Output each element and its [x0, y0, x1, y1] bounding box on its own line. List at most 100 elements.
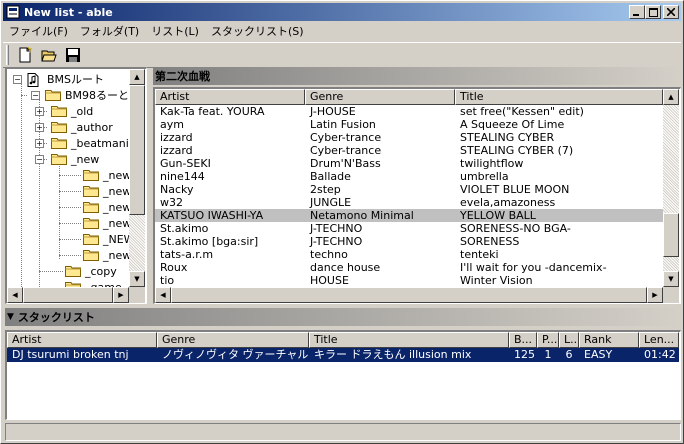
song-row[interactable]: w32 JUNGLE evela,amazoness	[155, 196, 663, 209]
column-header-artist[interactable]: Artist	[155, 89, 305, 105]
menu-folder[interactable]: フォルダ(T)	[74, 23, 145, 40]
tree-node[interactable]: _new4	[83, 215, 131, 231]
tree-node[interactable]: − BM98るーと	[31, 87, 130, 103]
arrow-down-icon: ▼	[668, 275, 674, 283]
expand-icon[interactable]: +	[35, 138, 44, 148]
minimize-button[interactable]	[629, 5, 645, 19]
toolbar-grip[interactable]	[6, 45, 9, 65]
song-row[interactable]: tio HOUSE Winter Vision	[155, 274, 663, 287]
collapse-icon[interactable]: ▼	[7, 312, 14, 322]
tree-horizontal-scrollbar[interactable]: ◀ ▶	[7, 287, 129, 303]
tree-node[interactable]: + _old	[35, 103, 94, 119]
scroll-up-button[interactable]: ▲	[663, 89, 679, 105]
song-cell-title: I'll wait for you -dancemix-	[460, 261, 607, 274]
folder-icon	[83, 217, 99, 229]
stacklist-title-bar[interactable]: ▼ スタックリスト	[5, 308, 681, 326]
song-cell-artist: Kak-Ta feat. YOURA	[160, 105, 265, 118]
scroll-down-button[interactable]: ▼	[663, 271, 679, 287]
list-horizontal-scrollbar[interactable]: ◀ ▶	[155, 287, 663, 303]
song-cell-genre: JUNGLE	[310, 196, 352, 209]
column-header-genre[interactable]: Genre	[157, 332, 309, 348]
song-row[interactable]: izzard Cyber-trance STEALING CYBER (7)	[155, 144, 663, 157]
column-header-level[interactable]: L...	[559, 332, 579, 348]
arrow-up-icon: ▲	[134, 73, 140, 81]
menu-file[interactable]: ファイル(F)	[3, 23, 74, 40]
scroll-down-button[interactable]: ▼	[129, 271, 145, 287]
scroll-up-button[interactable]: ▲	[129, 69, 145, 85]
expand-icon[interactable]: +	[35, 122, 44, 132]
scroll-thumb[interactable]	[129, 85, 145, 215]
song-row[interactable]: St.akimo J-TECHNO SORENESS-NO BGA-	[155, 222, 663, 235]
song-row[interactable]: Nacky 2step VIOLET BLUE MOON	[155, 183, 663, 196]
title-bar[interactable]: New list - able	[3, 3, 681, 21]
tree-node[interactable]: _new2	[83, 183, 131, 199]
tree-node[interactable]: + _author	[35, 119, 114, 135]
song-cell-title: VIOLET BLUE MOON	[460, 183, 570, 196]
folder-title-bar: 第二次血戦	[153, 67, 681, 85]
maximize-button[interactable]	[645, 5, 661, 19]
column-header-genre[interactable]: Genre	[305, 89, 455, 105]
tree-node[interactable]: _NEW5	[83, 231, 131, 247]
folder-icon	[51, 105, 67, 117]
song-row[interactable]: Gun-SEKI Drum'N'Bass twilightflow	[155, 157, 663, 170]
song-row[interactable]: izzard Cyber-trance STEALING CYBER	[155, 131, 663, 144]
menu-stacklist[interactable]: スタックリスト(S)	[205, 23, 310, 40]
song-cell-title: YELLOW BALL	[460, 209, 536, 222]
song-cell-artist: Gun-SEKI	[160, 157, 211, 170]
column-header-artist[interactable]: Artist	[7, 332, 157, 348]
collapse-icon[interactable]: −	[13, 74, 22, 84]
song-row[interactable]: nine144 Ballade umbrella	[155, 170, 663, 183]
new-list-button[interactable]	[13, 44, 36, 66]
collapse-icon[interactable]: −	[31, 90, 40, 100]
tree-node[interactable]: _new6	[83, 247, 131, 263]
song-cell-title: tenteki	[460, 248, 499, 261]
app-icon	[5, 4, 21, 20]
scroll-right-button[interactable]: ▶	[113, 287, 129, 303]
scroll-thumb[interactable]	[663, 213, 679, 257]
scroll-thumb[interactable]	[171, 287, 647, 303]
folder-tree-content: − BMSルート − BM98るーと + _old + _author + _beatmania −…	[7, 69, 131, 287]
folder-icon	[51, 137, 67, 149]
song-cell-artist: w32	[160, 196, 183, 209]
stack-row[interactable]: DJ tsurumi broken tnj ノヴィノヴィタ ヴァーチャル キラー…	[7, 348, 679, 362]
tree-node-label: _author	[71, 120, 113, 134]
tree-node[interactable]: − _new	[35, 151, 100, 167]
save-button[interactable]	[61, 44, 84, 66]
column-header-rank[interactable]: Rank	[579, 332, 639, 348]
tree-node[interactable]: + _beatmania	[35, 135, 131, 151]
tree-node-label: _new6	[103, 248, 131, 262]
tree-node[interactable]: _new1	[83, 167, 131, 183]
expand-icon[interactable]: +	[35, 106, 44, 116]
collapse-icon[interactable]: −	[35, 154, 44, 164]
scroll-left-button[interactable]: ◀	[7, 287, 23, 303]
song-row[interactable]: KATSUO IWASHI-YA Netamono Minimal YELLOW B…	[155, 209, 663, 222]
scroll-left-button[interactable]: ◀	[155, 287, 171, 303]
song-row[interactable]: Roux dance house I'll wait for you -dancem…	[155, 261, 663, 274]
song-row[interactable]: tats-a.r.m techno tenteki	[155, 248, 663, 261]
tree-node[interactable]: _game	[65, 279, 123, 287]
column-header-bpm[interactable]: B...	[509, 332, 537, 348]
folder-tree[interactable]: − BMSルート − BM98るーと + _old + _author + _beatmania −…	[5, 67, 147, 304]
tree-node[interactable]: − BMSルート	[13, 71, 105, 87]
song-row[interactable]: aym Latin Fusion A Squeeze Of Lime	[155, 118, 663, 131]
arrow-down-icon: ▼	[134, 275, 140, 283]
song-list[interactable]: Artist Genre Title Kak-Ta feat. YOURA J-H…	[153, 87, 681, 304]
open-button[interactable]	[37, 44, 60, 66]
tree-vertical-scrollbar[interactable]: ▲ ▼	[129, 69, 145, 287]
menu-list[interactable]: リスト(L)	[145, 23, 205, 40]
song-row[interactable]: St.akimo [bga:sir] J-TECHNO SORENESS	[155, 235, 663, 248]
column-header-length[interactable]: Len...	[639, 332, 679, 348]
tree-node[interactable]: _copy	[65, 263, 118, 279]
column-header-title[interactable]: Title	[309, 332, 509, 348]
song-row[interactable]: Kak-Ta feat. YOURA J-HOUSE set free("Kesse…	[155, 105, 663, 118]
column-header-player[interactable]: P...	[537, 332, 559, 348]
scroll-thumb[interactable]	[23, 287, 113, 303]
song-cell-genre: dance house	[310, 261, 381, 274]
close-button[interactable]	[663, 5, 679, 19]
list-vertical-scrollbar[interactable]: ▲ ▼	[663, 89, 679, 287]
stack-list[interactable]: Artist Genre Title B... P... L... Rank L…	[5, 330, 681, 420]
toolbar	[3, 42, 681, 68]
scroll-right-button[interactable]: ▶	[647, 287, 663, 303]
column-header-title[interactable]: Title	[455, 89, 663, 105]
tree-node[interactable]: _new3	[83, 199, 131, 215]
